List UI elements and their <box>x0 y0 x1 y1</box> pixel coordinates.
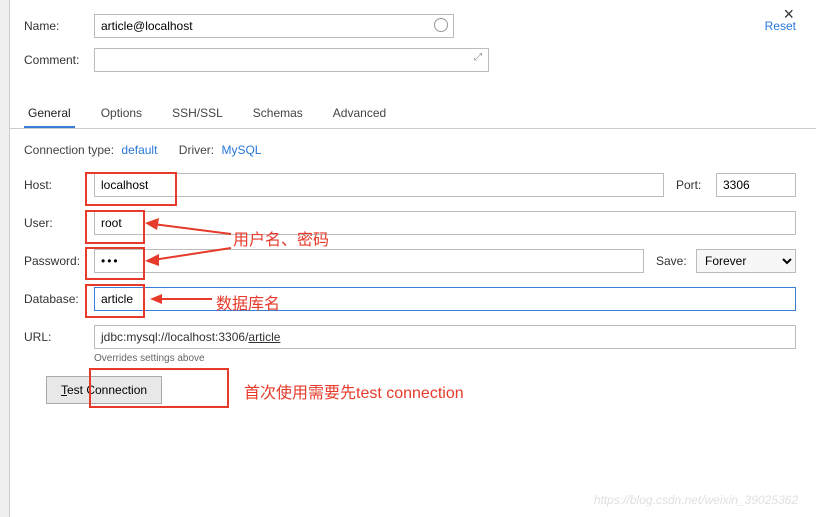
name-input[interactable] <box>94 14 454 38</box>
circle-icon[interactable] <box>434 18 448 32</box>
tab-advanced[interactable]: Advanced <box>329 100 390 128</box>
url-input[interactable]: jdbc:mysql://localhost:3306/article <box>94 325 796 349</box>
tab-options[interactable]: Options <box>97 100 146 128</box>
test-connection-button[interactable]: Test Connection <box>46 376 162 404</box>
database-input[interactable] <box>94 287 796 311</box>
port-label: Port: <box>676 178 716 192</box>
watermark: https://blog.csdn.net/weixin_39025362 <box>594 493 798 507</box>
tab-schemas[interactable]: Schemas <box>249 100 307 128</box>
left-gutter <box>0 0 10 517</box>
tab-general[interactable]: General <box>24 100 75 128</box>
password-input[interactable] <box>94 249 644 273</box>
user-label: User: <box>24 216 94 230</box>
driver-value[interactable]: MySQL <box>221 143 261 157</box>
name-label: Name: <box>24 19 94 33</box>
test-btn-rest: est Connection <box>67 383 147 397</box>
comment-input[interactable]: ⤢ <box>94 48 489 72</box>
password-label: Password: <box>24 254 94 268</box>
url-db: article <box>248 330 280 344</box>
save-label: Save: <box>656 254 696 268</box>
port-input[interactable] <box>716 173 796 197</box>
user-input[interactable] <box>94 211 796 235</box>
save-select[interactable]: Forever <box>696 249 796 273</box>
url-prefix: jdbc:mysql://localhost:3306/ <box>101 330 248 344</box>
comment-label: Comment: <box>24 53 94 67</box>
connection-type-label: Connection type: <box>24 143 114 157</box>
url-label: URL: <box>24 330 94 344</box>
database-label: Database: <box>24 292 94 306</box>
driver-label: Driver: <box>179 143 214 157</box>
connection-type-value[interactable]: default <box>121 143 157 157</box>
connection-type-row: Connection type: default Driver: MySQL <box>24 143 796 157</box>
host-input[interactable] <box>94 173 664 197</box>
url-note: Overrides settings above <box>94 353 796 364</box>
host-label: Host: <box>24 178 94 192</box>
close-icon[interactable]: × <box>783 4 794 25</box>
tabs: General Options SSH/SSL Schemas Advanced <box>10 100 816 129</box>
expand-icon[interactable]: ⤢ <box>474 52 482 63</box>
tab-ssh-ssl[interactable]: SSH/SSL <box>168 100 227 128</box>
